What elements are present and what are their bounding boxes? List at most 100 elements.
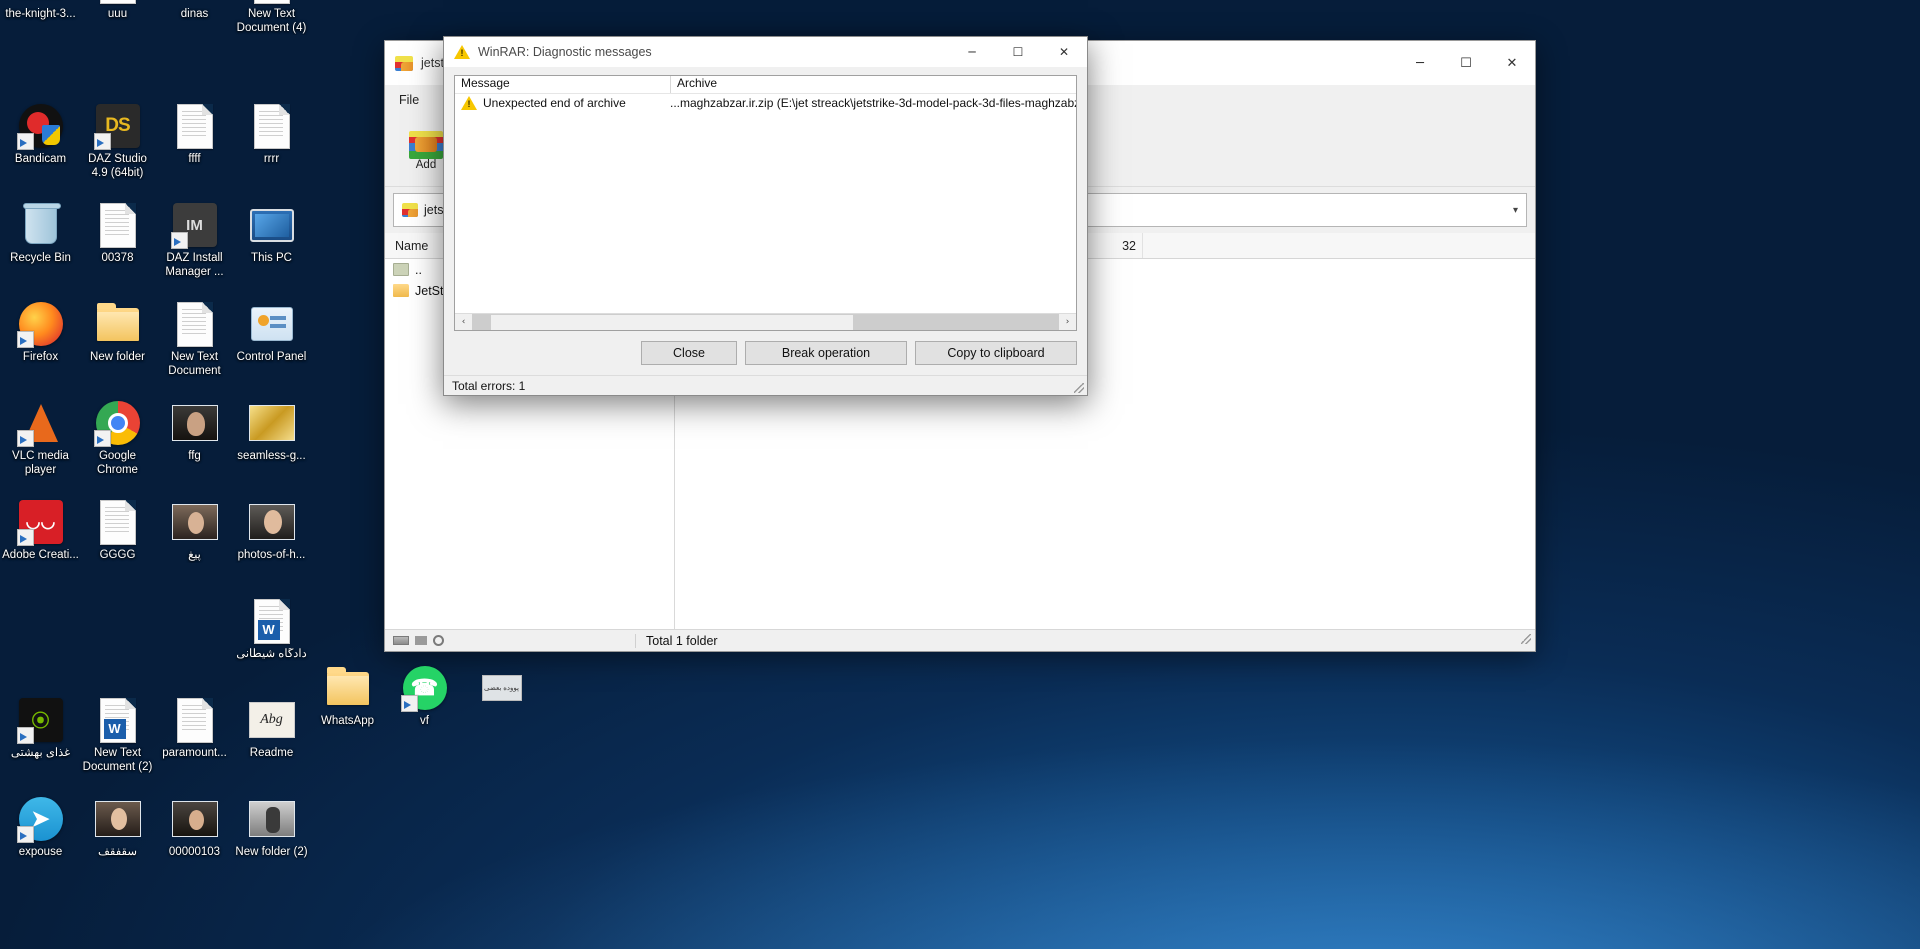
desktop-icon[interactable]: New Text Document <box>156 297 233 396</box>
scrollbar-track[interactable] <box>472 313 1059 330</box>
desktop-icon[interactable]: paramount... <box>156 693 233 792</box>
desktop-icon[interactable]: dinas <box>156 0 233 99</box>
dialog-minimize-button[interactable]: ─ <box>949 37 995 67</box>
maximize-button[interactable]: ☐ <box>1443 41 1489 85</box>
desktop-icon[interactable]: rrrr <box>233 99 310 198</box>
word-document-icon: W <box>94 696 142 744</box>
close-button[interactable]: Close <box>641 341 737 365</box>
desktop-icon[interactable]: New folder (2) <box>233 792 310 891</box>
desktop-icon-label: New Text Document (4) <box>236 8 307 34</box>
desktop-icon[interactable]: W New Text Document (2) <box>79 693 156 792</box>
vlc-icon <box>16 399 65 447</box>
desktop-icon[interactable]: New Text Document (4) <box>233 0 310 99</box>
winrar-status-bar: Total 1 folder <box>385 629 1535 651</box>
image-icon: پووده بعضی <box>478 664 526 712</box>
desktop-icon-label: 00000103 <box>168 846 221 858</box>
desktop-icon-label: GGGG <box>99 549 136 561</box>
desktop-icon-label: DAZ Studio 4.9 (64bit) <box>88 153 147 179</box>
column-header-crc32[interactable]: 32 <box>1085 233 1143 258</box>
dialog-close-button[interactable]: ✕ <box>1041 37 1087 67</box>
desktop-icon-label: the-knight-3... <box>5 8 76 20</box>
dialog-window-controls[interactable]: ─ ☐ ✕ <box>949 37 1087 67</box>
desktop-icon[interactable]: سقفقف <box>79 792 156 891</box>
desktop-icon[interactable]: uuu <box>79 0 156 99</box>
messages-list[interactable]: Message Archive Unexpected end of archiv… <box>454 75 1077 331</box>
desktop-icon[interactable]: New folder <box>79 297 156 396</box>
whatsapp-icon: ☎ <box>400 664 449 712</box>
desktop-icon-label: سقفقف <box>98 846 137 858</box>
desktop-icon-vlc[interactable]: VLC media player <box>2 396 79 495</box>
scroll-right-button[interactable]: › <box>1059 313 1076 330</box>
close-button[interactable]: ✕ <box>1489 41 1535 85</box>
archive-icon <box>402 203 418 217</box>
firefox-icon <box>16 300 65 348</box>
column-header-spacer-2[interactable] <box>1143 233 1535 258</box>
desktop-icon-bandicam[interactable]: Bandicam <box>2 99 79 198</box>
desktop-icon-geforce[interactable]: ⦿ غذای بهشتی <box>2 693 79 792</box>
minimize-button[interactable]: ─ <box>1397 41 1443 85</box>
column-header-message[interactable]: Message <box>455 76 670 93</box>
recycle-bin-icon <box>17 201 65 249</box>
desktop-icon[interactable]: پیغ <box>156 495 233 594</box>
document-icon <box>248 0 296 5</box>
desktop-icon-label: This PC <box>251 252 292 264</box>
folder-icon <box>393 284 409 297</box>
status-bar-right: Total 1 folder <box>635 633 1521 648</box>
dialog-maximize-button[interactable]: ☐ <box>995 37 1041 67</box>
total-errors-label: Total errors: 1 <box>452 378 526 393</box>
dialog-title-bar[interactable]: WinRAR: Diagnostic messages ─ ☐ ✕ <box>444 37 1087 67</box>
desktop-icon-label: vf <box>420 715 429 727</box>
document-icon <box>248 102 296 150</box>
desktop-icon[interactable]: 00000103 <box>156 792 233 891</box>
winrar-window-controls[interactable]: ─ ☐ ✕ <box>1397 41 1535 85</box>
scroll-left-button[interactable]: ‹ <box>455 313 472 330</box>
disk-icon <box>393 636 409 645</box>
desktop-icon[interactable]: 00378 <box>79 198 156 297</box>
desktop-icon-telegram[interactable]: ➤ expouse <box>2 792 79 891</box>
desktop-icon-firefox[interactable]: Firefox <box>2 297 79 396</box>
desktop-icon[interactable]: GGGG <box>79 495 156 594</box>
chevron-down-icon[interactable]: ▾ <box>1513 205 1518 216</box>
scrollbar-thumb[interactable] <box>489 313 854 330</box>
dialog-button-row[interactable]: Close Break operation Copy to clipboard <box>444 331 1087 375</box>
break-operation-button[interactable]: Break operation <box>745 341 907 365</box>
copy-to-clipboard-button[interactable]: Copy to clipboard <box>915 341 1077 365</box>
desktop-icon[interactable]: پووده بعضی <box>463 661 540 715</box>
document-icon <box>171 102 219 150</box>
desktop-icon-label: dinas <box>180 8 209 20</box>
image-icon <box>248 795 296 843</box>
menu-item-file[interactable]: File <box>395 90 423 110</box>
desktop-icon[interactable]: photos-of-h... <box>233 495 310 594</box>
desktop-icon-recycle-bin[interactable]: Recycle Bin <box>2 198 79 297</box>
desktop-icon[interactable]: the-knight-3... <box>2 0 79 99</box>
table-row[interactable]: Unexpected end of archive ...maghzabzar.… <box>455 94 1076 112</box>
word-document-icon: W <box>248 597 296 645</box>
parent-folder-icon <box>393 263 409 276</box>
desktop-icon[interactable]: WhatsApp <box>309 661 386 729</box>
row-archive-cell: ...maghzabzar.ir.zip (E:\jet streack\jet… <box>670 96 1076 110</box>
column-header-archive[interactable]: Archive <box>670 76 1076 93</box>
desktop-icon-adobe-creative[interactable]: ◡◡ Adobe Creati... <box>2 495 79 594</box>
telegram-icon: ➤ <box>16 795 65 843</box>
desktop-icon-chrome[interactable]: Google Chrome <box>79 396 156 495</box>
desktop-icon[interactable]: ffg <box>156 396 233 495</box>
desktop-icon-label: 00378 <box>101 252 134 264</box>
horizontal-scrollbar[interactable]: ‹ › <box>455 313 1076 330</box>
messages-list-header[interactable]: Message Archive <box>455 76 1076 94</box>
resize-grip[interactable] <box>1074 383 1084 393</box>
desktop-icon-this-pc[interactable]: This PC <box>233 198 310 297</box>
desktop-icon[interactable]: seamless-g... <box>233 396 310 495</box>
resize-grip[interactable] <box>1521 633 1531 644</box>
desktop-icon-daz-studio[interactable]: DS DAZ Studio 4.9 (64bit) <box>79 99 156 198</box>
desktop-icon-label: دادگاه شیطانی <box>236 648 307 660</box>
document-icon <box>94 498 142 546</box>
messages-list-rows[interactable]: Unexpected end of archive ...maghzabzar.… <box>455 94 1076 313</box>
desktop-icon[interactable]: Abg Readme <box>233 693 310 792</box>
desktop-icon-daz-install-manager[interactable]: IM DAZ Install Manager ... <box>156 198 233 297</box>
desktop-icon[interactable]: W دادگاه شیطانی <box>233 594 310 693</box>
desktop-icon-control-panel[interactable]: Control Panel <box>233 297 310 396</box>
desktop-icon-whatsapp[interactable]: ☎ vf <box>386 661 463 729</box>
diagnostic-messages-dialog[interactable]: WinRAR: Diagnostic messages ─ ☐ ✕ Messag… <box>443 36 1088 396</box>
desktop-icon[interactable]: ffff <box>156 99 233 198</box>
desktop-icon-label: Firefox <box>22 351 59 363</box>
